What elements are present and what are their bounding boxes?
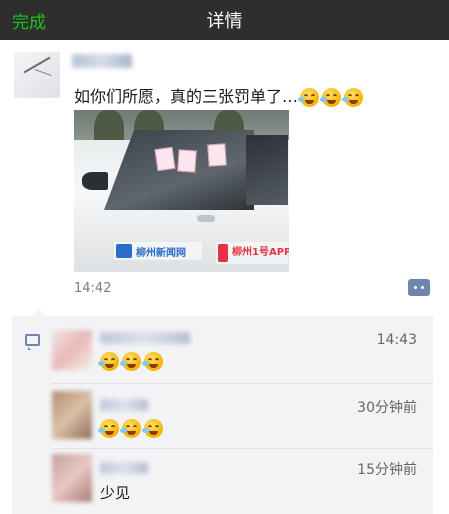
parking-ticket: [207, 143, 227, 167]
comment-time: 30分钟前: [357, 400, 417, 416]
parking-ticket: [154, 146, 176, 172]
comment-item: 14:43: [12, 330, 433, 390]
laugh-cry-icon: [342, 88, 364, 107]
post-text: 如你们所愿，真的三张罚单了…: [74, 83, 364, 107]
comment-text: 少见: [100, 484, 131, 502]
comment-emoji-row: [98, 419, 163, 438]
commenter-avatar[interactable]: [52, 330, 92, 370]
comments-panel: 14:43 30分钟前 15分钟前 少见: [12, 309, 433, 514]
commenter-name-blurred[interactable]: [100, 462, 148, 474]
watermark-left: 柳州新闻网: [114, 242, 202, 260]
comment-time: 14:43: [376, 332, 417, 348]
parking-ticket: [177, 149, 197, 173]
post-emoji-row: [298, 88, 364, 107]
commenter-avatar[interactable]: [52, 391, 92, 439]
comment-time: 15分钟前: [357, 462, 417, 478]
tears-of-joy-icon: [142, 419, 163, 438]
watermark-right: 柳州1号APP: [216, 242, 289, 264]
nav-bar: 完成 详情: [0, 0, 449, 40]
comment-emoji-row: [98, 352, 163, 371]
car-door-handle: [197, 215, 215, 222]
watermark-right-text: 柳州1号APP: [232, 247, 289, 258]
divider: [52, 383, 433, 384]
divider: [52, 448, 433, 449]
watermark-left-text: 柳州新闻网: [136, 248, 186, 259]
tears-of-joy-icon: [120, 419, 141, 438]
laugh-cry-icon: [320, 88, 342, 107]
commenter-name-blurred[interactable]: [100, 399, 148, 411]
laugh-cry-icon: [98, 352, 119, 371]
commenter-name-blurred[interactable]: [100, 332, 190, 344]
author-name-blurred[interactable]: [72, 54, 132, 68]
commenter-avatar[interactable]: [52, 454, 92, 502]
tears-of-joy-icon: [98, 419, 119, 438]
more-actions-button[interactable]: [408, 279, 430, 296]
post-text-content: 如你们所愿，真的三张罚单了…: [74, 87, 299, 106]
app-logo-icon: [218, 244, 228, 262]
comment-item: 15分钟前 少见: [12, 454, 433, 512]
author-avatar[interactable]: [14, 52, 60, 98]
car-rear-window: [246, 135, 288, 205]
post-timestamp: 14:42: [74, 281, 112, 296]
laugh-cry-icon: [298, 88, 320, 107]
comment-item: 30分钟前: [12, 391, 433, 446]
laugh-cry-icon: [120, 352, 141, 371]
page-title: 详情: [206, 11, 243, 32]
post-photo[interactable]: 柳州新闻网 柳州1号APP: [74, 110, 289, 272]
news-logo-icon: [116, 244, 132, 258]
car-mirror: [82, 172, 108, 190]
laugh-cry-icon: [142, 352, 163, 371]
avatar-branch-shape: [34, 68, 52, 77]
